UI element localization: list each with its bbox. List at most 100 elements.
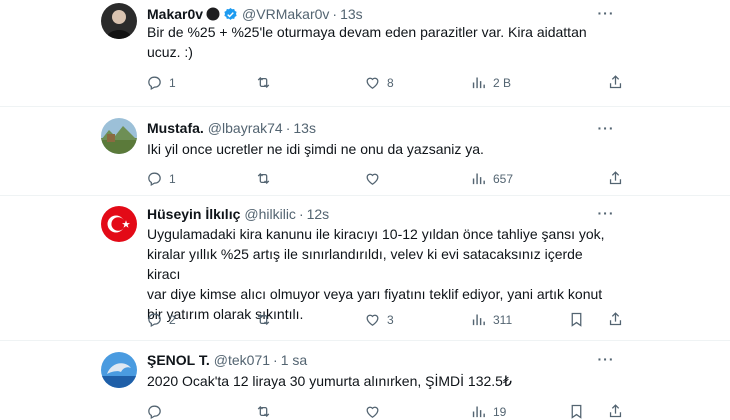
tweet-text: 2020 Ocak'ta 12 liraya 30 yumurta alınır… [147,371,607,391]
share-icon [609,312,622,326]
views-button[interactable]: 19 [470,403,506,420]
retweet-button[interactable] [255,403,278,420]
tweet-text: Uygulamadaki kira kanunu ile kiracıyı 10… [147,224,607,324]
separator-dot: · [273,352,278,368]
tweet-header: Mustafa. @lbayrak74 · 13s [147,120,316,136]
author-name[interactable]: ŞENOL T. [147,352,210,368]
reply-button[interactable]: 1 [146,170,176,187]
avatar[interactable] [101,3,137,39]
share-icon [609,404,622,418]
tweet-actions: 2 3 311 [140,311,630,331]
tweet-header: Hüseyin İlkılıç @hilkilic · 12s [147,206,329,222]
reply-icon [148,172,161,186]
views-count: 311 [493,312,513,327]
tweet-text-line: var diye kimse alıcı olmuyor veya yarı f… [147,286,603,302]
like-button[interactable] [364,403,387,420]
reply-button[interactable]: 1 [146,74,176,91]
retweet-icon [257,76,270,89]
author-handle[interactable]: @tek071 [214,352,270,368]
reply-count: 1 [169,171,176,186]
bookmark-button[interactable] [568,403,585,420]
tweet-text-line: 2020 Ocak'ta 12 liraya 30 yumurta alınır… [147,373,512,389]
avatar[interactable] [101,118,137,154]
views-chart-icon [472,406,485,418]
retweet-icon [257,172,270,185]
share-button[interactable] [607,311,624,328]
author-name[interactable]: Makar0v [147,6,203,22]
views-count: 2 B [493,75,512,90]
views-chart-icon [472,173,485,185]
reply-count: 1 [169,75,176,90]
more-options-icon[interactable]: ··· [596,206,616,224]
views-chart-icon [472,77,485,89]
views-button[interactable]: 657 [470,170,513,187]
retweet-button[interactable] [255,74,278,91]
separator-dot: · [332,6,338,22]
heart-icon [366,173,379,185]
author-handle[interactable]: @hilkilic [244,206,296,222]
tweet-text-line: Iki yil once ucretler ne idi şimdi ne on… [147,141,484,157]
like-count: 3 [387,312,394,327]
like-button[interactable]: 8 [364,74,394,91]
tweet-text-line: Uygulamadaki kira kanunu ile kiracıyı 10… [147,226,605,242]
tweet-header: Makar0v @VRMakar0v · 13s [147,6,363,22]
tweet-timestamp[interactable]: 12s [307,206,330,222]
retweet-icon [257,313,270,326]
author-handle[interactable]: @VRMakar0v [242,6,329,22]
tweet-timestamp[interactable]: 13s [293,120,316,136]
author-name[interactable]: Hüseyin İlkılıç [147,206,240,222]
share-icon [609,171,622,185]
share-button[interactable] [607,74,624,91]
tweet-text-line: ucuz. :) [147,44,193,60]
tweet-actions: 1 8 2 B [140,74,630,94]
tweet[interactable]: Hüseyin İlkılıç @hilkilic · 12s ··· Uygu… [0,196,730,341]
tweet-timestamp[interactable]: 13s [340,6,363,22]
more-options-icon[interactable]: ··· [596,352,616,370]
tweet-actions: 19 [140,403,630,420]
reply-button[interactable] [146,403,169,420]
reply-icon [148,76,161,90]
avatar[interactable] [101,206,137,242]
like-count: 8 [387,75,394,90]
verified-icon [206,7,220,21]
reply-icon [148,405,161,419]
author-name[interactable]: Mustafa. [147,120,204,136]
tweet[interactable]: Mustafa. @lbayrak74 · 13s ··· Iki yil on… [0,107,730,196]
reply-button[interactable]: 2 [146,311,176,328]
share-button[interactable] [607,403,624,420]
like-button[interactable]: 3 [364,311,394,328]
tweet-text: Iki yil once ucretler ne idi şimdi ne on… [147,139,607,159]
timeline-feed: Makar0v @VRMakar0v · 13s ··· Bir de %25 … [0,0,730,420]
retweet-button[interactable] [255,170,278,187]
share-button[interactable] [607,170,624,187]
share-icon [609,75,622,89]
bookmark-button[interactable] [568,311,585,328]
heart-icon [366,406,379,418]
verified-icon [223,7,238,22]
retweet-button[interactable] [255,311,278,328]
tweet-text: Bir de %25 + %25'le oturmaya devam eden … [147,22,607,62]
heart-icon [366,77,379,89]
views-count: 657 [493,171,514,186]
views-count: 19 [493,404,507,419]
avatar[interactable] [101,352,137,388]
tweet-header: ŞENOL T. @tek071 · 1 sa [147,352,307,368]
bookmark-icon [571,312,582,327]
bookmark-icon [571,404,582,419]
tweet-actions: 1 657 [140,170,630,190]
tweet-text-line: kiralar yıllık %25 artış ile sınırlandır… [147,246,583,282]
author-handle[interactable]: @lbayrak74 [208,120,283,136]
tweet[interactable]: ŞENOL T. @tek071 · 1 sa ··· 2020 Ocak'ta… [0,341,730,420]
more-options-icon[interactable]: ··· [596,121,616,139]
views-button[interactable]: 2 B [470,74,511,91]
separator-dot: · [285,120,291,136]
separator-dot: · [298,206,304,222]
tweet-timestamp[interactable]: 1 sa [281,352,307,368]
like-button[interactable] [364,170,387,187]
heart-icon [366,314,379,326]
retweet-icon [257,405,270,418]
views-button[interactable]: 311 [470,311,512,328]
tweet[interactable]: Makar0v @VRMakar0v · 13s ··· Bir de %25 … [0,0,730,107]
tweet-text-line: Bir de %25 + %25'le oturmaya devam eden … [147,24,587,40]
views-chart-icon [472,314,485,326]
